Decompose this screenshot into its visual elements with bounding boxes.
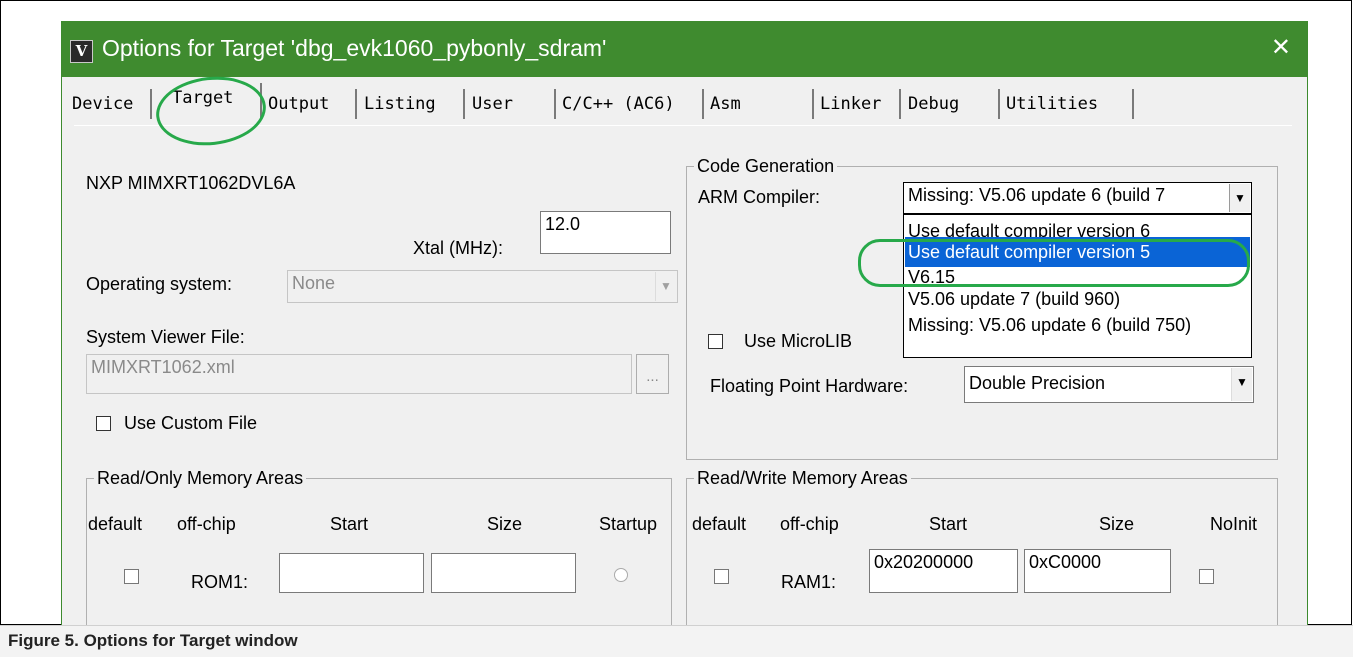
tab-listing[interactable]: Listing bbox=[358, 89, 465, 119]
rw-header-start: Start bbox=[929, 514, 968, 534]
svf-label: System Viewer File: bbox=[86, 327, 245, 347]
ro-memory-title: Read/Only Memory Areas bbox=[94, 468, 307, 489]
arm-compiler-select[interactable]: Missing: V5.06 update 6 (build 7 ▼ bbox=[903, 182, 1252, 214]
tab-asm[interactable]: Asm bbox=[704, 89, 814, 119]
ram1-default-checkbox[interactable] bbox=[714, 569, 729, 584]
chevron-down-icon[interactable]: ▼ bbox=[1229, 184, 1250, 212]
os-label: Operating system: bbox=[86, 274, 233, 294]
rom1-startup-radio[interactable] bbox=[614, 568, 628, 582]
ram1-start-input[interactable]: 0x20200000 bbox=[869, 549, 1018, 593]
rw-header-default: default bbox=[692, 514, 747, 534]
ro-header-default: default bbox=[88, 514, 143, 534]
rom1-label: ROM1: bbox=[191, 572, 249, 592]
use-custom-file-checkbox[interactable] bbox=[96, 416, 111, 431]
tab-device[interactable]: Device bbox=[66, 89, 152, 119]
figure-caption-bar: Figure 5. Options for Target window bbox=[0, 625, 1353, 657]
close-icon[interactable]: ✕ bbox=[1271, 33, 1291, 62]
figure-caption: Figure 5. Options for Target window bbox=[8, 631, 298, 650]
use-microlib-label: Use MicroLIB bbox=[744, 331, 853, 351]
ro-header-size: Size bbox=[487, 514, 523, 534]
ram1-size-input[interactable]: 0xC0000 bbox=[1024, 549, 1171, 593]
dialog-title: Options for Target 'dbg_evk1060_pybonly_… bbox=[102, 35, 607, 61]
rw-header-noinit: NoInit bbox=[1210, 514, 1258, 534]
title-bar: V Options for Target 'dbg_evk1060_pybonl… bbox=[62, 21, 1307, 77]
tab-output[interactable]: Output bbox=[262, 89, 357, 119]
compiler-option[interactable]: Missing: V5.06 update 6 (build 750) bbox=[908, 315, 1191, 336]
figure-frame: V Options for Target 'dbg_evk1060_pybonl… bbox=[0, 0, 1352, 626]
os-value: None bbox=[292, 273, 336, 293]
ro-header-start: Start bbox=[330, 514, 369, 534]
tab-user[interactable]: User bbox=[466, 89, 556, 119]
tab-debug[interactable]: Debug bbox=[902, 89, 1000, 119]
use-custom-file-label: Use Custom File bbox=[124, 413, 258, 433]
xtal-label: Xtal (MHz): bbox=[413, 238, 503, 258]
code-generation-title: Code Generation bbox=[694, 156, 838, 177]
ro-header-startup: Startup bbox=[599, 514, 658, 534]
chevron-down-icon: ▼ bbox=[655, 272, 676, 301]
fph-value: Double Precision bbox=[969, 373, 1106, 393]
compiler-option[interactable]: Use default compiler version 6 bbox=[908, 221, 1150, 237]
options-dialog: V Options for Target 'dbg_evk1060_pybonl… bbox=[61, 21, 1308, 626]
use-microlib-checkbox[interactable] bbox=[708, 334, 723, 349]
compiler-option-highlight bbox=[858, 239, 1250, 287]
arm-compiler-label: ARM Compiler: bbox=[698, 187, 821, 207]
fph-select[interactable]: Double Precision ▼ bbox=[964, 366, 1254, 403]
rom1-start-input[interactable] bbox=[279, 553, 424, 593]
keil-app-icon: V bbox=[70, 40, 93, 63]
rw-header-offchip: off-chip bbox=[780, 514, 839, 534]
chevron-down-icon[interactable]: ▼ bbox=[1231, 368, 1252, 401]
fph-label: Floating Point Hardware: bbox=[710, 376, 909, 396]
ram1-label: RAM1: bbox=[781, 572, 837, 592]
ram1-noinit-checkbox[interactable] bbox=[1199, 569, 1214, 584]
rw-header-size: Size bbox=[1099, 514, 1135, 534]
rom1-size-input[interactable] bbox=[431, 553, 576, 593]
device-name: NXP MIMXRT1062DVL6A bbox=[86, 173, 296, 193]
tab-c-cpp[interactable]: C/C++ (AC6) bbox=[556, 89, 704, 119]
os-select: None ▼ bbox=[287, 270, 678, 303]
compiler-option[interactable]: V5.06 update 7 (build 960) bbox=[908, 289, 1120, 310]
svf-input: MIMXRT1062.xml bbox=[86, 354, 632, 394]
tab-linker[interactable]: Linker bbox=[814, 89, 901, 119]
xtal-input[interactable]: 12.0 bbox=[540, 211, 671, 254]
rw-memory-title: Read/Write Memory Areas bbox=[694, 468, 911, 489]
svf-browse-button: ... bbox=[636, 354, 669, 394]
arm-compiler-value: Missing: V5.06 update 6 (build 7 bbox=[908, 185, 1166, 205]
ro-header-offchip: off-chip bbox=[177, 514, 236, 534]
ro-memory-group bbox=[86, 478, 672, 626]
target-tab-content: NXP MIMXRT1062DVL6A Xtal (MHz): 12.0 Ope… bbox=[74, 125, 1292, 626]
tab-utilities[interactable]: Utilities bbox=[1000, 89, 1134, 119]
rom1-default-checkbox[interactable] bbox=[124, 569, 139, 584]
